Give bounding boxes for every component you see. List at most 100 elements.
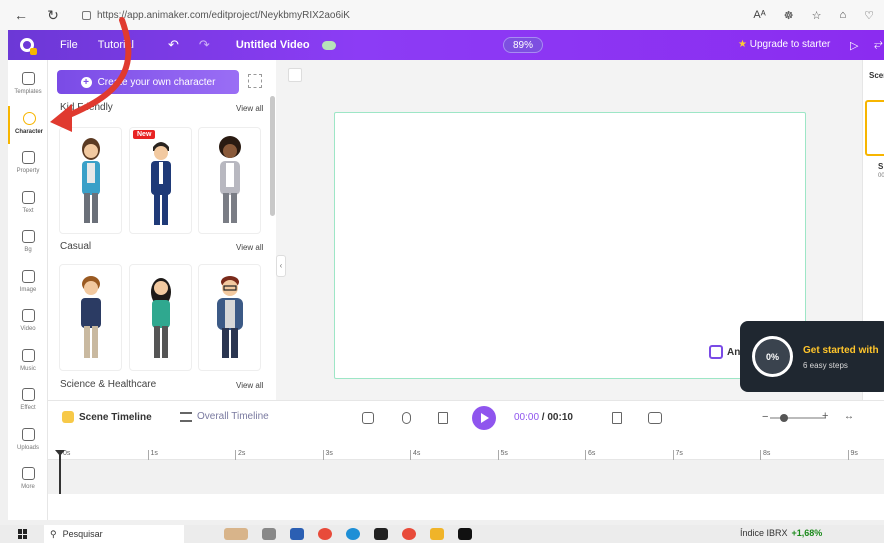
share-icon[interactable]: ⥂ xyxy=(874,38,883,51)
undo-icon[interactable]: ↶ xyxy=(168,37,179,53)
preview-play-icon[interactable]: ▷ xyxy=(850,39,858,52)
search-icon: ⚲ xyxy=(50,528,57,539)
sidebar-item-text[interactable]: Text xyxy=(8,185,48,223)
sidebar-item-image[interactable]: Image xyxy=(8,264,48,302)
character-icon xyxy=(22,111,36,125)
chrome-icon[interactable] xyxy=(318,528,332,540)
file-menu[interactable]: File xyxy=(60,39,78,51)
file-explorer-icon[interactable] xyxy=(430,528,444,540)
playhead[interactable] xyxy=(55,450,65,494)
microphone-icon[interactable] xyxy=(402,412,411,424)
sidebar-item-more[interactable]: More xyxy=(8,461,48,499)
bg-icon xyxy=(21,230,35,243)
view-all-link[interactable]: View all xyxy=(236,104,263,113)
reload-icon[interactable]: ↻ xyxy=(44,7,62,24)
ruler-tick: 5s xyxy=(497,450,508,460)
ruler-tick: 6s xyxy=(585,450,595,460)
sidebar-item-label: Image xyxy=(19,286,37,293)
character-card[interactable] xyxy=(129,264,192,371)
view-all-link[interactable]: View all xyxy=(236,381,263,390)
redo-icon[interactable]: ↷ xyxy=(199,37,210,53)
collapse-panel-button[interactable]: ‹ xyxy=(276,255,286,277)
notion-icon[interactable] xyxy=(374,528,388,540)
animaker-logo[interactable] xyxy=(14,30,40,60)
create-character-button[interactable]: + Create your own character xyxy=(57,70,239,94)
scene-canvas[interactable]: An xyxy=(334,112,806,379)
sidebar-item-music[interactable]: Music xyxy=(8,343,48,381)
ticker-name: Índice IBRX xyxy=(740,528,788,538)
property-icon xyxy=(21,151,35,164)
sidebar-item-uploads[interactable]: Uploads xyxy=(8,422,48,460)
onboarding-widget[interactable]: 0% Get started with 6 easy steps xyxy=(740,321,884,392)
time-readout: 00:00 / 00:10 xyxy=(514,412,573,423)
favorite-icon[interactable]: ☆ xyxy=(812,9,822,22)
character-card[interactable] xyxy=(198,264,261,371)
sidebar-item-label: Property xyxy=(16,168,40,174)
character-card[interactable]: New xyxy=(129,127,192,234)
new-badge: New xyxy=(133,130,156,139)
read-aloud-icon[interactable]: Aᴬ xyxy=(753,9,765,22)
scene-thumbnail[interactable] xyxy=(865,100,884,156)
scenes-header: Scenes xyxy=(869,71,884,80)
fit-timeline-icon[interactable]: ↔ xyxy=(844,411,854,422)
sidebar-item-video[interactable]: Video xyxy=(8,303,48,341)
expand-icon[interactable] xyxy=(248,74,262,88)
stage-select-box[interactable] xyxy=(288,68,302,82)
edge-icon[interactable] xyxy=(346,528,360,540)
camera-icon[interactable] xyxy=(362,412,374,424)
tab-overall-timeline[interactable]: Overall Timeline xyxy=(180,411,269,422)
sidebar-item-effect[interactable]: Effect xyxy=(8,382,48,420)
back-icon[interactable]: ← xyxy=(12,7,30,23)
sidebar-item-bg[interactable]: Bg xyxy=(8,224,48,262)
templates-icon xyxy=(21,72,35,85)
mail-icon[interactable] xyxy=(290,528,304,540)
netflix-icon[interactable] xyxy=(458,528,472,540)
character-card[interactable] xyxy=(198,127,261,234)
image-icon xyxy=(21,269,35,283)
extension-icon[interactable]: ☸ xyxy=(784,9,794,22)
animaker-watermark: An xyxy=(709,345,740,359)
chrome-icon[interactable] xyxy=(402,528,416,540)
character-figure xyxy=(80,276,101,358)
timeline-zoom-slider[interactable] xyxy=(770,414,826,422)
section-title-science-healthcare: Science & Healthcare xyxy=(60,379,157,390)
tutorial-menu[interactable]: Tutorial xyxy=(98,39,134,51)
sidebar-item-character[interactable]: Character xyxy=(8,105,48,144)
zoom-in-icon[interactable]: + xyxy=(822,410,828,422)
upgrade-button[interactable]: ★ Upgrade to starter xyxy=(738,39,830,50)
timeline-track[interactable] xyxy=(48,460,884,494)
ruler-tick: 1s xyxy=(147,450,158,460)
skip-back-icon[interactable] xyxy=(438,412,448,424)
scene-duration: 00 xyxy=(878,173,884,179)
collections-icon[interactable]: ⌂ xyxy=(839,9,846,22)
skip-forward-icon[interactable] xyxy=(612,412,622,424)
stock-ticker[interactable]: Índice IBRX +1,68% xyxy=(740,528,822,538)
character-panel: + Create your own character Kid Friendly… xyxy=(48,60,276,400)
character-figure xyxy=(150,278,171,358)
view-all-link[interactable]: View all xyxy=(236,243,263,252)
zoom-out-icon[interactable]: − xyxy=(762,411,768,423)
character-figure xyxy=(216,276,243,358)
browser-actions: Aᴬ ☸ ☆ ⌂ ♡ xyxy=(753,9,884,22)
video-icon xyxy=(21,309,35,322)
play-button[interactable] xyxy=(472,406,496,430)
ruler-tick: 4s xyxy=(410,450,420,460)
subtitle-icon[interactable] xyxy=(648,412,662,424)
sidebar-item-property[interactable]: Property xyxy=(8,145,48,183)
zoom-slider-knob[interactable] xyxy=(779,414,788,422)
address-bar[interactable]: https://app.animaker.com/editproject/Ney… xyxy=(76,4,636,26)
task-view-icon[interactable] xyxy=(262,528,276,540)
character-card[interactable] xyxy=(59,264,122,371)
windows-start-icon[interactable] xyxy=(18,529,28,539)
video-title[interactable]: Untitled Video xyxy=(236,39,310,51)
taskbar-search[interactable]: ⚲ Pesquisar xyxy=(44,525,184,543)
profile-icon[interactable]: ♡ xyxy=(864,9,874,22)
panel-scrollbar[interactable] xyxy=(270,96,275,216)
taskbar-widget-icon[interactable] xyxy=(224,528,248,540)
character-card[interactable] xyxy=(59,127,122,234)
zoom-dropdown[interactable]: 89% xyxy=(503,37,543,53)
watermark-logo-icon xyxy=(709,345,723,359)
tab-scene-timeline[interactable]: Scene Timeline xyxy=(62,411,152,423)
sidebar-item-templates[interactable]: Templates xyxy=(8,66,48,104)
app-header: File Tutorial ↶ ↷ Untitled Video 89% ★ U… xyxy=(8,30,884,60)
